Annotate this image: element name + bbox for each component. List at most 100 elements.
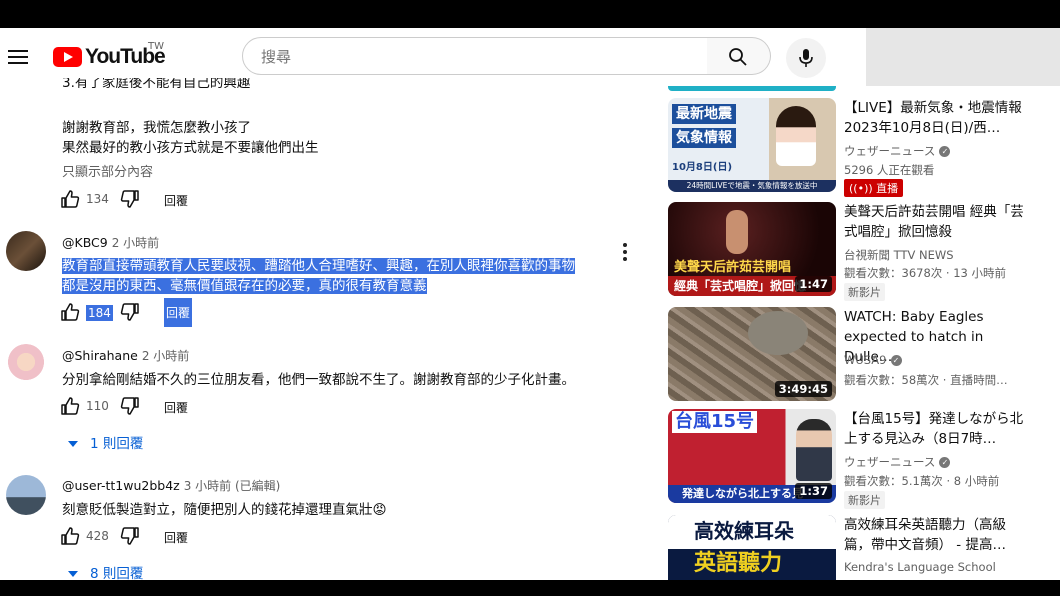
avatar[interactable] (6, 231, 46, 271)
video-title[interactable]: 【LIVE】最新気象・地震情報 2023年10月8日(日)/西… (844, 98, 1026, 138)
channel-name[interactable]: WUSA9 ✓ (844, 353, 902, 367)
comment-author[interactable]: @user-tt1wu2bb4z 3 小時前 (已編輯) (62, 477, 280, 494)
comment-actions: 428 回覆 (60, 526, 260, 548)
comment-author[interactable]: @Shirahane 2 小時前 (62, 347, 189, 364)
channel-label[interactable]: ウェザーニュース (844, 455, 935, 469)
comment-text: 教育部直接帶頭教育人民要歧視、蹧踏他人合理嗜好、興趣，在別人眼裡你喜歡的事物 (62, 254, 575, 274)
author-name[interactable]: @user-tt1wu2bb4z (62, 478, 180, 493)
video-title[interactable]: 美聲天后許茹芸開唱 經典「芸式唱腔」掀回憶殺 (844, 202, 1026, 242)
like-icon[interactable] (60, 396, 80, 416)
youtube-play-icon (53, 47, 82, 67)
like-count: 428 (86, 529, 109, 543)
replies-count-label: 1 則回覆 (90, 436, 144, 452)
replies-count-label: 8 則回覆 (90, 566, 144, 580)
author-name[interactable]: @KBC9 (62, 235, 108, 250)
search-icon (729, 48, 747, 66)
show-less-link[interactable]: 只顯示部分內容 (62, 161, 153, 180)
top-black-bar (0, 0, 1060, 28)
previous-comment-fragment: 3.有了家庭後不能有自己的興趣 (62, 78, 251, 88)
thumb-text: 台風15号 (672, 411, 758, 433)
thumb-text: 10月8日(日) (672, 162, 733, 173)
like-icon[interactable] (60, 526, 80, 546)
thumb-text: 気象情報 (672, 128, 736, 148)
author-name[interactable]: @Shirahane (62, 348, 138, 363)
comment-line: 教育部直接帶頭教育人民要歧視、蹧踏他人合理嗜好、興趣，在別人眼裡你喜歡的事物 (62, 258, 575, 274)
video-item[interactable]: 最新地震 気象情報 10月8日(日) 24時間LIVEで地震・気象情報を放送中 … (668, 98, 1060, 197)
channel-name[interactable]: 台視新聞 TTV NEWS (844, 247, 954, 263)
channel-label[interactable]: WUSA9 (844, 353, 887, 367)
show-replies-button[interactable]: 1 則回覆 (68, 432, 143, 452)
chevron-down-icon (68, 571, 78, 577)
video-thumbnail[interactable]: 台風15号 発達しながら北上する見 1:37 (668, 409, 836, 503)
video-thumbnail[interactable]: 高效練耳朵 英語聽力 (668, 515, 836, 580)
region-code: TW (148, 41, 164, 52)
avatar[interactable] (6, 344, 46, 384)
avatar[interactable] (6, 475, 46, 515)
channel-label[interactable]: ウェザーニュース (844, 144, 935, 158)
presenter-image (796, 419, 832, 481)
like-count: 184 (86, 305, 113, 321)
live-badge: ((•)) 直播 (844, 179, 904, 197)
comment-text: 刻意貶低製造對立，隨便把別人的錢花掉還理直氣壯😡 (62, 502, 387, 518)
page: YouTube TW 3.有了家庭後不能有自己的興趣 謝謝教育部，我慌怎麼教小孩… (0, 28, 1060, 580)
verified-icon: ✓ (939, 457, 951, 468)
comment-actions: 184 回覆 (60, 298, 260, 327)
related-videos: 最新地震 気象情報 10月8日(日) 24時間LIVEで地震・気象情報を放送中 … (668, 86, 1060, 580)
like-icon[interactable] (60, 302, 80, 322)
menu-icon[interactable] (8, 49, 28, 65)
video-item[interactable]: 3:49:45 WATCH: Baby Eagles expected to h… (668, 307, 1060, 403)
channel-name[interactable]: ウェザーニュース ✓ (844, 454, 951, 470)
reply-button[interactable]: 回覆 (164, 192, 188, 209)
search-button[interactable] (707, 37, 771, 75)
video-thumbnail[interactable]: 3:49:45 (668, 307, 836, 401)
video-meta: 5296 人正在觀看 (844, 163, 935, 177)
comment-text: 都是沒用的東西、毫無價值跟存在的必要，真的很有教育意義 (62, 274, 427, 294)
new-badge: 新影片 (844, 283, 885, 301)
live-badge-label: 直播 (876, 182, 899, 195)
video-item[interactable]: 美聲天后許茹芸開唱 經典「芸式唱腔」掀回憶 1:47 美聲天后許茹芸開唱 經典「… (668, 202, 1060, 301)
comment-time[interactable]: 2 小時前 (112, 236, 159, 250)
previous-comment-line: 果然最好的教小孩方式就是不要讓他們出生 (62, 140, 319, 156)
thumb-text: 高效練耳朵 (694, 519, 794, 543)
verified-icon: ✓ (939, 146, 951, 157)
singer-image (726, 210, 748, 254)
video-title[interactable]: 【台風15号】発達しながら北上する見込み（8日7時… (844, 409, 1026, 449)
presenter-image (776, 106, 816, 166)
video-item[interactable]: 台風15号 発達しながら北上する見 1:37 【台風15号】発達しながら北上する… (668, 409, 1060, 509)
video-item[interactable]: 高效練耳朵 英語聽力 高效練耳朵英語聽力（高級篇，帶中文音頻） - 提高… Ke… (668, 515, 1060, 580)
video-duration: 1:47 (795, 276, 832, 292)
video-thumbnail[interactable]: 美聲天后許茹芸開唱 經典「芸式唱腔」掀回憶 1:47 (668, 202, 836, 296)
new-badge: 新影片 (844, 491, 885, 509)
previous-comment-line: 謝謝教育部，我慌怎麼教小孩了 (62, 120, 251, 136)
comment-time[interactable]: 2 小時前 (142, 349, 189, 363)
channel-name[interactable]: Kendra's Language School (844, 560, 996, 574)
video-meta: 觀看次數：3678次 · 13 小時前 (844, 266, 1007, 280)
dislike-icon[interactable] (120, 189, 140, 209)
dislike-icon[interactable] (120, 396, 140, 416)
video-thumbnail[interactable]: 最新地震 気象情報 10月8日(日) 24時間LIVEで地震・気象情報を放送中 (668, 98, 836, 192)
search-box[interactable] (242, 37, 708, 75)
comment-time[interactable]: 3 小時前 (已編輯) (184, 479, 281, 493)
show-replies-button[interactable]: 8 則回覆 (68, 562, 143, 580)
search-input[interactable] (259, 47, 683, 67)
channel-name[interactable]: ウェザーニュース ✓ (844, 143, 951, 159)
reply-button[interactable]: 回覆 (164, 529, 188, 546)
reply-button[interactable]: 回覆 (164, 399, 188, 416)
like-count: 110 (86, 399, 109, 413)
video-meta: 觀看次數：58萬次 · 直播時間… (844, 373, 1008, 387)
dislike-icon[interactable] (120, 526, 140, 546)
thumb-text: 24時間LIVEで地震・気象情報を放送中 (668, 180, 836, 192)
like-icon[interactable] (60, 189, 80, 209)
voice-search-button[interactable] (786, 38, 826, 78)
dislike-icon[interactable] (120, 302, 140, 322)
video-meta: 觀看次數：5.1萬次 · 8 小時前 (844, 474, 1000, 488)
thumb-text: 美聲天后許茹芸開唱 (674, 260, 792, 275)
comment-actions: 134 回覆 (60, 189, 260, 211)
previous-thumbnail-edge (668, 86, 836, 91)
video-duration: 1:37 (795, 483, 832, 499)
comment-author[interactable]: @KBC9 2 小時前 (62, 234, 159, 251)
reply-button[interactable]: 回覆 (164, 298, 193, 327)
video-title[interactable]: 高效練耳朵英語聽力（高級篇，帶中文音頻） - 提高… (844, 515, 1026, 555)
comment-line: 都是沒用的東西、毫無價值跟存在的必要，真的很有教育意義 (62, 278, 427, 294)
more-actions-icon[interactable] (623, 243, 627, 264)
